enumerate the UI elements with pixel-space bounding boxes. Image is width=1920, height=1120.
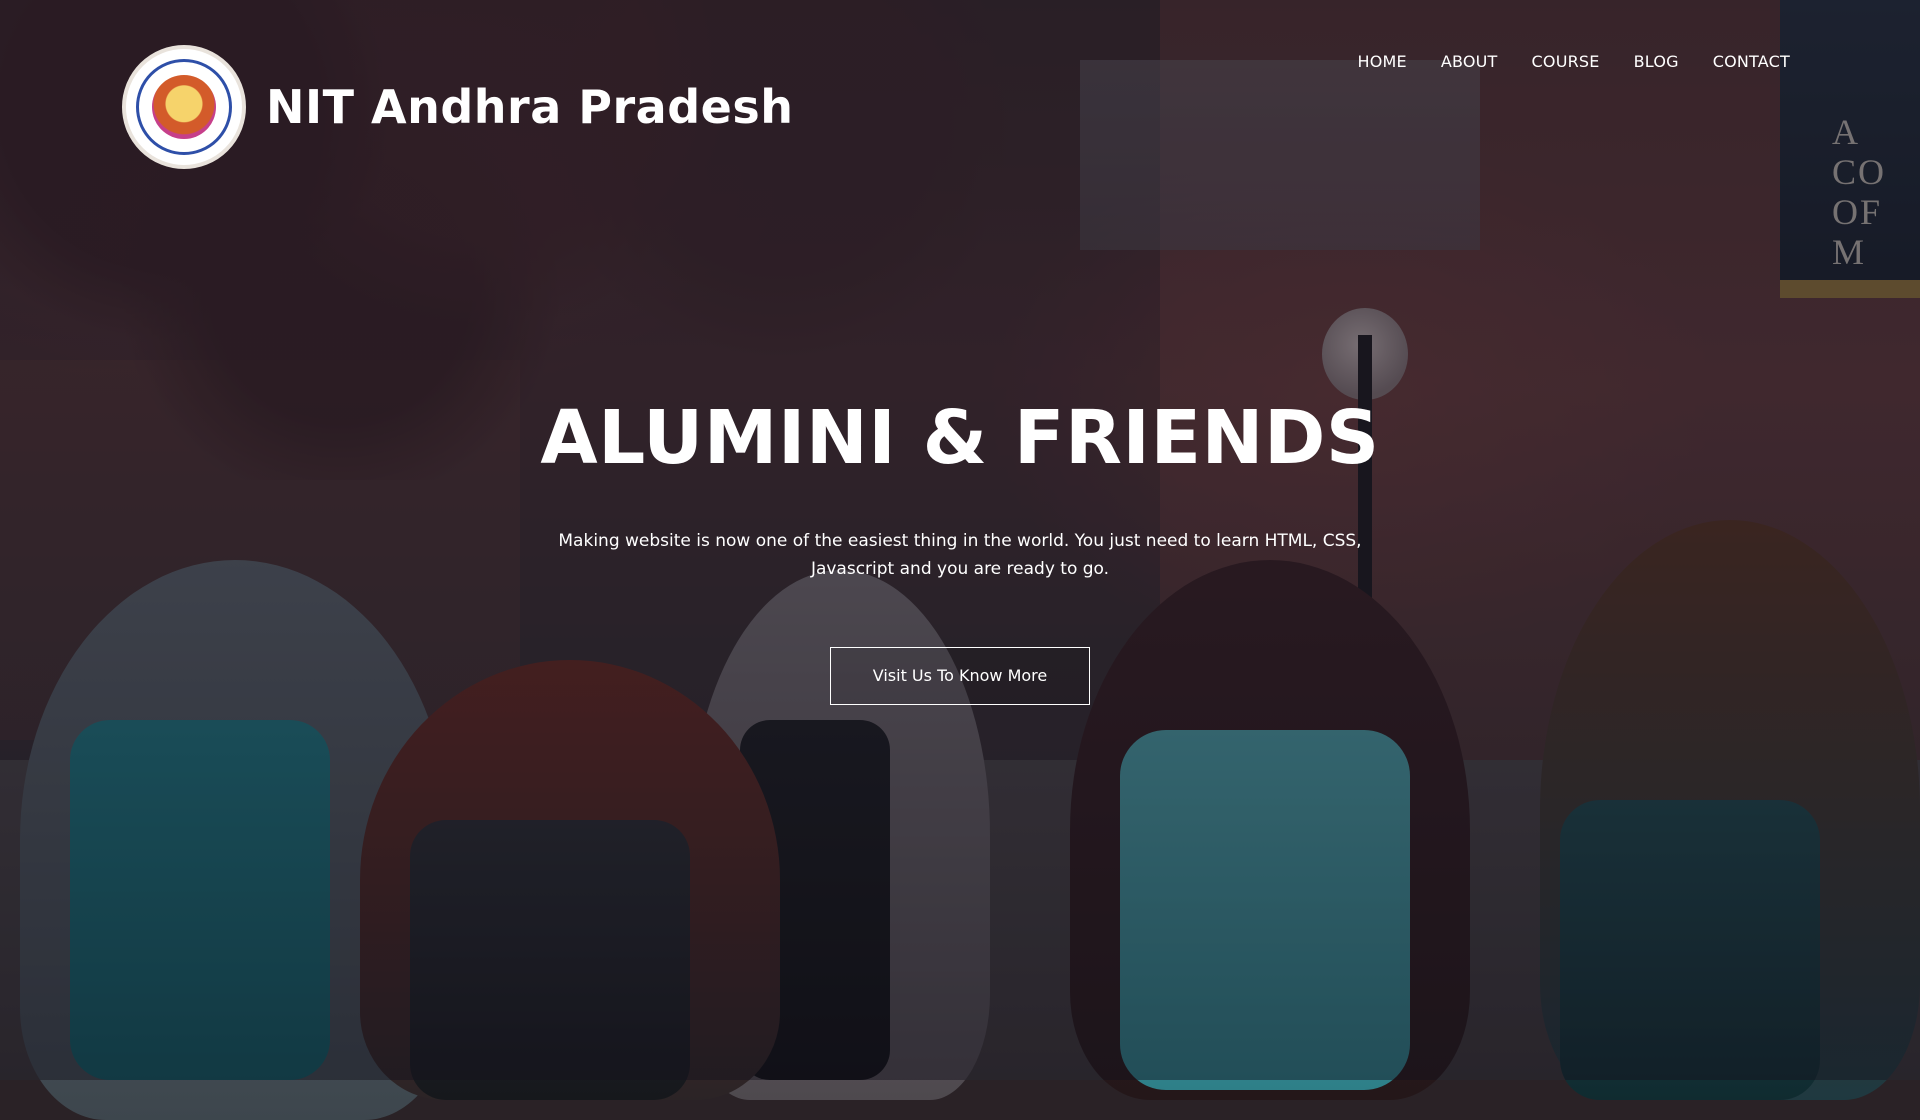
- hero-title: ALUMINI & FRIENDS: [540, 395, 1380, 481]
- hero-content: ALUMINI & FRIENDS Making website is now …: [0, 395, 1920, 705]
- site-header: NIT Andhra Pradesh HOME ABOUT COURSE BLO…: [0, 0, 1920, 180]
- visit-button[interactable]: Visit Us To Know More: [830, 647, 1090, 705]
- brand[interactable]: NIT Andhra Pradesh: [122, 45, 793, 169]
- main-nav: HOME ABOUT COURSE BLOG CONTACT: [1323, 52, 1790, 71]
- emblem-center: [152, 75, 216, 139]
- nav-course[interactable]: COURSE: [1532, 52, 1600, 71]
- site-title[interactable]: NIT Andhra Pradesh: [266, 80, 793, 134]
- nav-home[interactable]: HOME: [1357, 52, 1406, 71]
- nav-blog[interactable]: BLOG: [1634, 52, 1679, 71]
- nit-emblem-icon[interactable]: [122, 45, 246, 169]
- nav-about[interactable]: ABOUT: [1441, 52, 1498, 71]
- nav-contact[interactable]: CONTACT: [1713, 52, 1790, 71]
- hero-description: Making website is now one of the easiest…: [558, 531, 1362, 579]
